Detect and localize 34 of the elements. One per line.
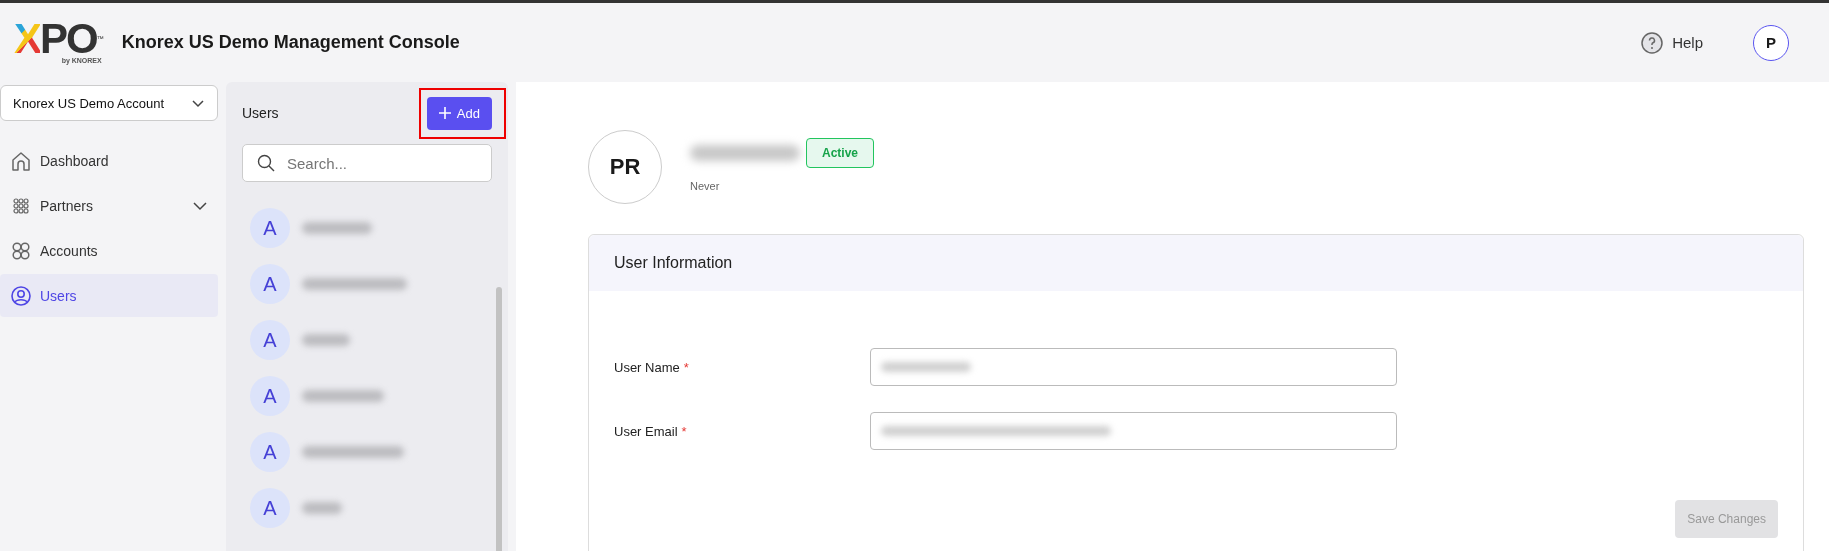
- help-button[interactable]: Help: [1634, 29, 1709, 56]
- panel-title: Users: [242, 105, 279, 121]
- user-avatar[interactable]: A: [250, 264, 290, 304]
- app-title: Knorex US Demo Management Console: [121, 32, 460, 53]
- status-badge: Active: [806, 138, 875, 168]
- search-field[interactable]: Search...: [242, 144, 492, 182]
- input-field[interactable]: [870, 348, 1397, 386]
- nav-item[interactable]: Accounts: [0, 229, 218, 272]
- scrollbar[interactable]: [496, 287, 502, 551]
- search-input[interactable]: Search...: [285, 153, 477, 173]
- input-field[interactable]: [870, 412, 1397, 450]
- nav-item[interactable]: Users: [0, 274, 218, 317]
- account-select[interactable]: Knorex US Demo Account: [0, 85, 218, 121]
- nav-item[interactable]: Dashboard: [0, 139, 218, 182]
- user-avatar[interactable]: A: [250, 432, 290, 472]
- redacted-name: [302, 502, 342, 514]
- plus-icon: [438, 107, 451, 119]
- card-title: User Information: [614, 254, 733, 272]
- redacted-name: [302, 222, 372, 234]
- add-button[interactable]: Add: [426, 96, 492, 130]
- help-icon: [1640, 30, 1665, 55]
- user-avatar[interactable]: A: [250, 208, 290, 248]
- field-label: User Name *: [614, 359, 690, 375]
- nav-item[interactable]: Partners: [0, 184, 218, 227]
- redacted-name: [302, 334, 350, 346]
- user-avatar[interactable]: A: [250, 320, 290, 360]
- home-icon: [10, 149, 32, 172]
- field-label: User Email *: [614, 423, 688, 439]
- user-avatar[interactable]: A: [250, 376, 290, 416]
- user-icon: [10, 284, 32, 307]
- user-avatar[interactable]: A: [250, 488, 290, 528]
- profile-avatar[interactable]: P: [1753, 24, 1789, 61]
- search-icon: [257, 154, 275, 172]
- last-login: Never: [690, 180, 721, 192]
